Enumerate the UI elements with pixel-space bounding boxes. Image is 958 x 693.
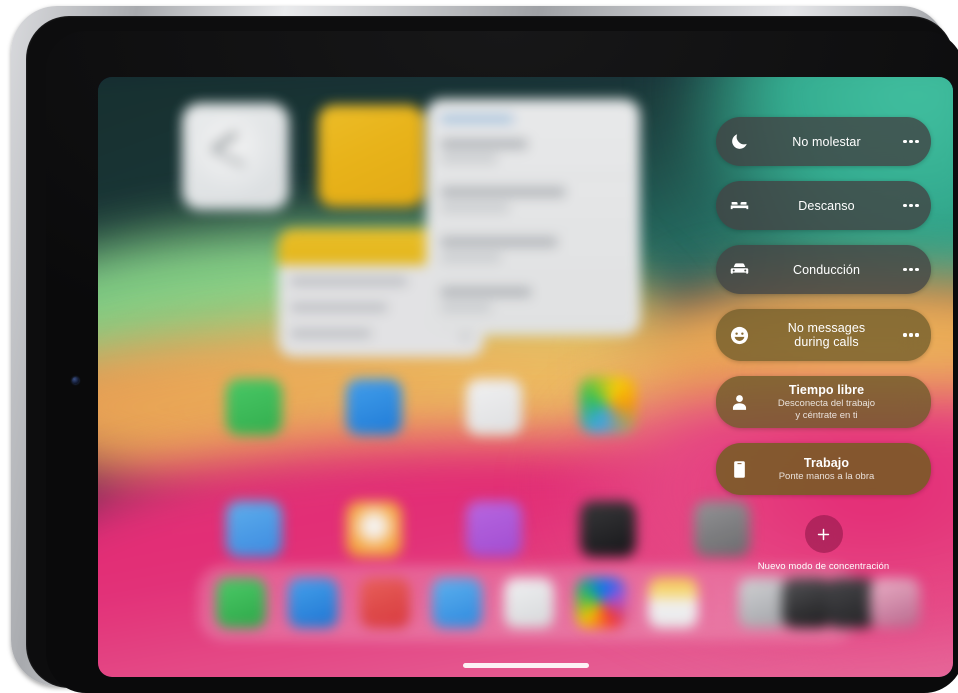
home-indicator[interactable] — [462, 663, 589, 668]
focus-mode-labels: Trabajo Ponte manos a la obra — [762, 456, 891, 482]
focus-mode-no-molestar[interactable]: No molestar — [716, 117, 931, 166]
plus-icon — [817, 528, 830, 540]
smiley-face-icon — [716, 325, 762, 346]
focus-mode-subtitle-line-1: Desconecta del trabajo — [777, 398, 876, 409]
focus-mode-title: Descanso — [798, 198, 855, 213]
focus-mode-conduccion[interactable]: Conducción — [716, 245, 931, 294]
focus-mode-labels: No messages during calls — [762, 321, 891, 349]
focus-mode-labels: Descanso — [762, 199, 891, 213]
focus-mode-title: Conducción — [792, 262, 860, 277]
focus-mode-subtitle-line-2: y céntrate en ti — [795, 410, 858, 421]
moon-icon — [716, 131, 762, 152]
focus-modes-panel: No molestar Descanso Conducción No messa… — [716, 117, 931, 572]
more-options-button[interactable] — [891, 267, 931, 272]
focus-mode-title-line-2: during calls — [794, 335, 859, 349]
tablet-screen: No molestar Descanso Conducción No messa… — [98, 77, 953, 677]
car-icon — [716, 259, 762, 280]
focus-mode-title: No molestar — [792, 134, 861, 149]
focus-mode-subtitle-line-1: Ponte manos a la obra — [778, 471, 875, 482]
focus-mode-tiempo-libre[interactable]: Tiempo libre Desconecta del trabajo y cé… — [716, 376, 931, 428]
device-body: No molestar Descanso Conducción No messa… — [26, 16, 958, 693]
person-icon — [716, 392, 762, 413]
new-focus-mode-section: Nuevo modo de concentración — [716, 515, 931, 572]
more-options-button[interactable] — [891, 203, 931, 208]
more-options-button[interactable] — [891, 333, 931, 337]
device-outer-frame: No molestar Descanso Conducción No messa… — [11, 6, 958, 693]
focus-mode-trabajo[interactable]: Trabajo Ponte manos a la obra — [716, 443, 931, 495]
bed-icon — [716, 195, 762, 216]
id-badge-icon — [716, 459, 762, 480]
new-focus-mode-button[interactable] — [804, 515, 843, 553]
front-camera-icon — [72, 377, 79, 384]
focus-mode-no-messages-during-calls[interactable]: No messages during calls — [716, 309, 931, 361]
focus-mode-labels: No molestar — [762, 135, 891, 149]
more-options-button[interactable] — [891, 139, 931, 144]
focus-mode-title-line-1: No messages — [787, 321, 866, 335]
device-bezel: No molestar Descanso Conducción No messa… — [46, 31, 958, 693]
focus-mode-title: Trabajo — [803, 456, 850, 470]
focus-mode-labels: Tiempo libre Desconecta del trabajo y cé… — [762, 383, 891, 421]
focus-mode-descanso[interactable]: Descanso — [716, 181, 931, 230]
new-focus-mode-label: Nuevo modo de concentración — [757, 561, 890, 572]
focus-mode-labels: Conducción — [762, 263, 891, 277]
screenshot-root: No molestar Descanso Conducción No messa… — [0, 0, 958, 693]
focus-mode-title: Tiempo libre — [788, 383, 865, 397]
